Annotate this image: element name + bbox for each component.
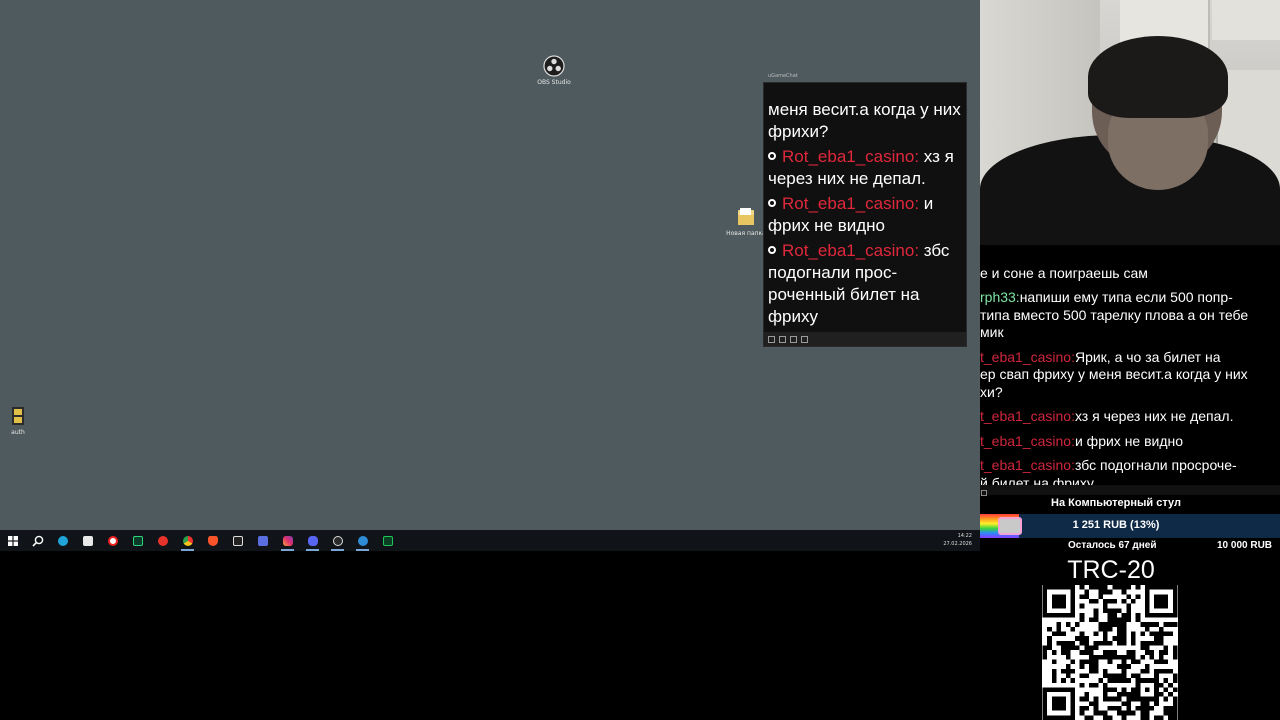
folder-icon bbox=[735, 206, 757, 228]
discord-icon[interactable] bbox=[300, 530, 325, 551]
stream-chat-panel: е и соне а поиграешь сам rph33:напиши ем… bbox=[980, 245, 1280, 491]
donation-goal-remaining: Осталось 67 дней bbox=[1068, 540, 1157, 551]
terminal-icon[interactable] bbox=[375, 530, 400, 551]
user-badge-icon bbox=[768, 199, 776, 207]
chat-message-text: е и соне а поиграешь сам bbox=[980, 264, 1148, 281]
chat-message: е и соне а поиграешь сам bbox=[980, 247, 1280, 282]
yandex-browser-icon[interactable] bbox=[100, 530, 125, 551]
new-folder-shortcut[interactable]: Новая папка bbox=[724, 206, 768, 237]
obs-icon bbox=[543, 55, 565, 77]
chat-username: t_eba1_casino: bbox=[980, 408, 1075, 424]
chat-emote-icon[interactable] bbox=[790, 335, 797, 343]
chat-gear-icon[interactable] bbox=[801, 335, 808, 343]
desktop: OBS Studio Новая папка auth uGameChat ме… bbox=[0, 0, 980, 530]
chat-username: rph33: bbox=[980, 289, 1020, 305]
taskbar-clock[interactable]: 14:22 27.02.2026 bbox=[943, 532, 972, 548]
screen: OBS Studio Новая папка auth uGameChat ме… bbox=[0, 0, 1280, 720]
auth-file-label: auth bbox=[11, 429, 25, 436]
chat-message: Rot_eba1_casino: збс подогнали прос-роче… bbox=[768, 240, 962, 328]
chat-settings-icon[interactable] bbox=[981, 490, 987, 496]
user-badge-icon bbox=[768, 152, 776, 160]
chat-overlay-title: uGameChat bbox=[768, 73, 798, 79]
chat-username: Rot_eba1_casino: bbox=[782, 147, 920, 166]
chat-message: t_eba1_casino:и фрих не видно bbox=[980, 433, 1280, 451]
yandex-icon[interactable] bbox=[150, 530, 175, 551]
crypto-network-label: TRC-20 bbox=[1067, 556, 1155, 584]
clock-date: 27.02.2026 bbox=[943, 541, 972, 547]
chat-username: Rot_eba1_casino: bbox=[782, 241, 920, 260]
user-badge-icon bbox=[768, 246, 776, 254]
obs-shortcut-label: OBS Studio bbox=[537, 79, 571, 86]
donation-goal-target: 10 000 RUB bbox=[1217, 540, 1273, 551]
chat-username: t_eba1_casino: bbox=[980, 432, 1075, 449]
qr-code bbox=[1042, 585, 1178, 720]
obs-desktop-shortcut[interactable]: OBS Studio bbox=[532, 55, 576, 86]
chat-message: меня весит.а когда у них фрихи? bbox=[768, 99, 962, 143]
chat-message: Rot_eba1_casino: и фрих не видно bbox=[768, 193, 962, 237]
phone-link-icon[interactable] bbox=[250, 530, 275, 551]
chat-message-text: и фрих не видно bbox=[1074, 432, 1184, 449]
chat-users-icon[interactable] bbox=[779, 335, 786, 343]
chat-username: Rot_eba1_casino: bbox=[782, 194, 920, 213]
search-icon[interactable] bbox=[25, 530, 50, 551]
webcam-feed bbox=[980, 0, 1280, 245]
chat-username: t_eba1_casino: bbox=[980, 348, 1075, 365]
app-icon[interactable] bbox=[350, 530, 375, 551]
chat-message-text: напиши ему типа если 500 попр- типа вмес… bbox=[980, 289, 1249, 340]
chat-username: t_eba1_casino: bbox=[980, 457, 1075, 473]
donation-goal-amount: 1 251 RUB (13%) bbox=[1072, 519, 1160, 531]
chat-message: t_eba1_casino:хз я через них не депал. bbox=[980, 408, 1280, 426]
chrome-icon[interactable] bbox=[175, 530, 200, 551]
brave-icon[interactable] bbox=[200, 530, 225, 551]
auth-file-shortcut[interactable]: auth bbox=[0, 405, 40, 436]
chat-overlay-messages: меня весит.а когда у них фрихи? Rot_eba1… bbox=[768, 96, 962, 328]
chat-overlay-toolbar bbox=[764, 332, 966, 346]
chat-message: Rot_eba1_casino: хз я через них не депал… bbox=[768, 146, 962, 190]
mail-icon[interactable] bbox=[225, 530, 250, 551]
instagram-icon[interactable] bbox=[275, 530, 300, 551]
chat-overlay-window: меня весит.а когда у них фрихи? Rot_eba1… bbox=[763, 82, 967, 347]
edge-icon[interactable] bbox=[50, 530, 75, 551]
windows-start-icon[interactable] bbox=[0, 530, 25, 551]
explorer-icon[interactable] bbox=[75, 530, 100, 551]
chat-message-text: хз я через них не депал. bbox=[1074, 408, 1234, 424]
chat-message: rph33:напиши ему типа если 500 попр- тип… bbox=[980, 289, 1280, 342]
chat-settings-icon[interactable] bbox=[768, 335, 775, 343]
new-folder-label: Новая папка bbox=[726, 230, 766, 237]
stream-chat-toolbar bbox=[980, 485, 1280, 496]
chat-message-text: меня весит.а когда у них фрихи? bbox=[768, 100, 961, 141]
obs-icon[interactable] bbox=[325, 530, 350, 551]
taskbar: 14:22 27.02.2026 bbox=[0, 530, 980, 551]
pycharm-icon[interactable] bbox=[125, 530, 150, 551]
clock-time: 14:22 bbox=[957, 533, 972, 539]
archive-file-icon bbox=[7, 405, 29, 427]
chat-message: t_eba1_casino:Ярик, а чо за билет на ер … bbox=[980, 349, 1280, 402]
donation-goal-title: На Компьютерный стул bbox=[1051, 497, 1181, 509]
